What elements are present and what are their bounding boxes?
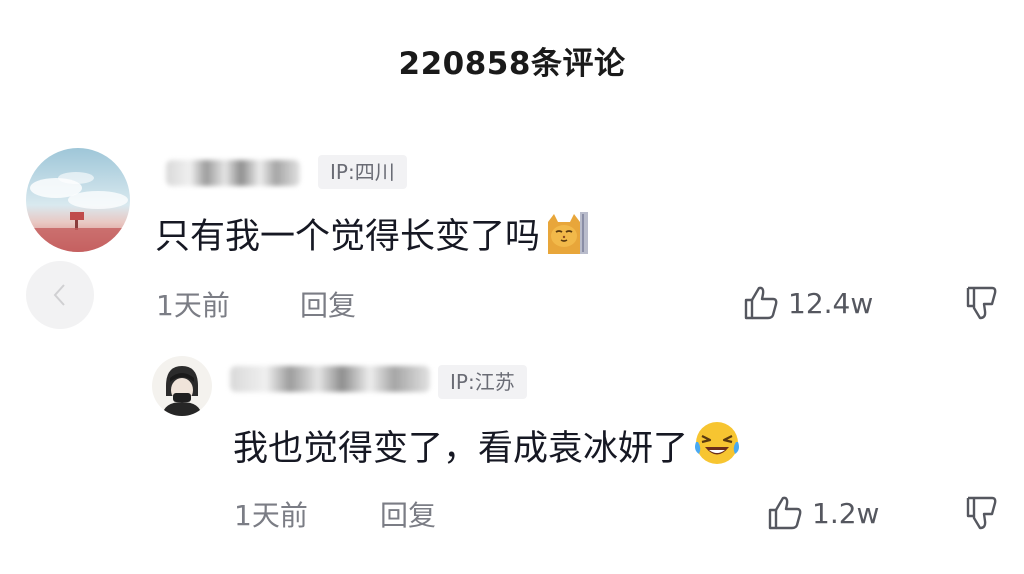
avatar-image bbox=[26, 148, 130, 252]
reply-button[interactable]: 回复 bbox=[380, 494, 436, 534]
avatar[interactable] bbox=[152, 356, 212, 416]
like-count: 1.2w bbox=[812, 496, 880, 530]
like-button[interactable]: 1.2w bbox=[766, 494, 879, 532]
laughing-tears-icon bbox=[692, 418, 742, 477]
ip-location-tag: IP:四川 bbox=[318, 155, 407, 189]
comment-text: 只有我一个觉得长变了吗 bbox=[155, 208, 590, 265]
thumbs-down-icon bbox=[966, 496, 997, 530]
chevron-left-icon bbox=[53, 284, 65, 306]
like-count: 12.4w bbox=[788, 286, 874, 320]
cat-face-icon bbox=[544, 210, 590, 265]
comment-time: 1天前 bbox=[156, 289, 230, 322]
like-button[interactable]: 12.4w bbox=[742, 284, 873, 322]
back-button[interactable] bbox=[26, 261, 94, 329]
comment-text: 我也觉得变了，看成袁冰妍了 bbox=[233, 418, 742, 477]
avatar-image bbox=[152, 356, 212, 416]
username-blurred[interactable] bbox=[166, 160, 300, 186]
thumbs-up-icon bbox=[768, 496, 802, 530]
dislike-button[interactable] bbox=[962, 284, 1000, 326]
comment-body: 我也觉得变了，看成袁冰妍了 bbox=[233, 429, 689, 469]
reply-button[interactable]: 回复 bbox=[300, 284, 356, 324]
comment-body: 只有我一个觉得长变了吗 bbox=[155, 217, 541, 257]
username-blurred[interactable] bbox=[230, 366, 430, 392]
thumbs-down-icon bbox=[966, 286, 997, 320]
comment-count-title: 220858条评论 bbox=[398, 46, 626, 82]
dislike-button[interactable] bbox=[962, 494, 1000, 536]
avatar[interactable] bbox=[26, 148, 130, 252]
comment-time: 1天前 bbox=[234, 499, 308, 532]
thumbs-up-icon bbox=[744, 286, 778, 320]
ip-location-tag: IP:江苏 bbox=[438, 365, 527, 399]
